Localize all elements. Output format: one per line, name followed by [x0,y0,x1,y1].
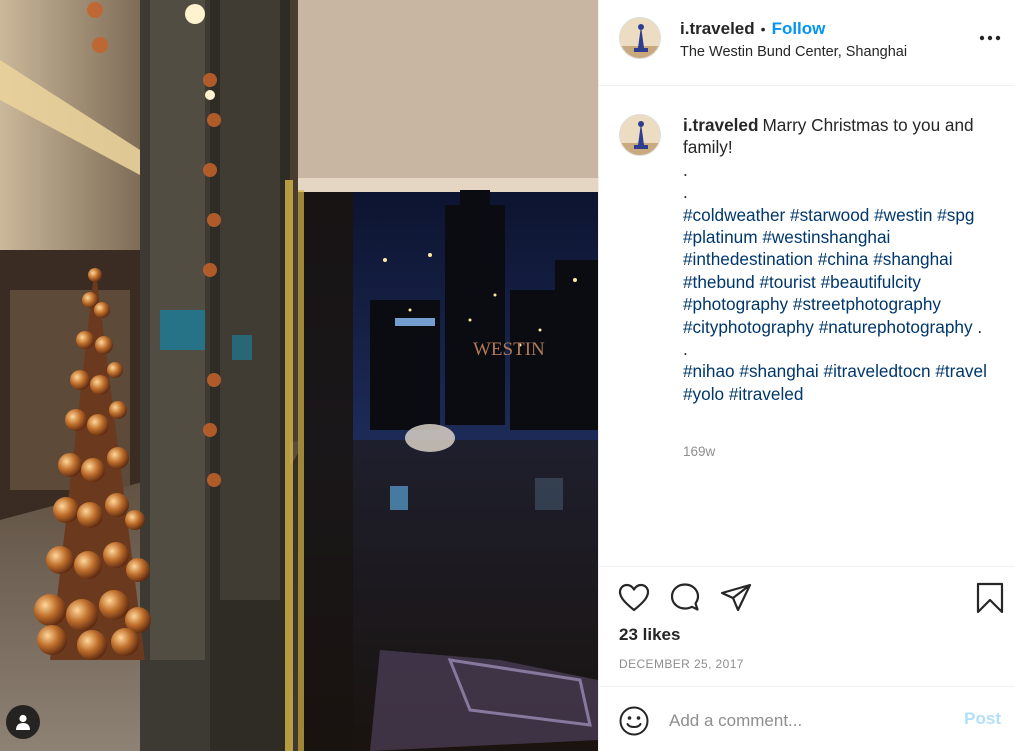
hashtag-link[interactable]: #yolo [683,384,724,404]
avatar-image [620,18,660,58]
caption-avatar[interactable] [619,114,661,156]
caption-area: i.traveled Marry Christmas to you and fam… [599,86,1014,566]
hashtag-link[interactable]: #westinshanghai [762,227,890,247]
smiley-icon[interactable] [618,705,650,737]
hashtag-link[interactable]: #naturephotography [819,317,973,337]
hashtag-link[interactable]: #nihao [683,361,735,381]
hashtag-link[interactable]: #inthedestination [683,249,813,269]
comment-bar: Post [599,686,1014,751]
header-user-row: i.traveled • Follow [680,19,825,39]
photo-sign: WESTIN [473,339,545,360]
post-comment-button[interactable]: Post [964,709,1001,729]
post-caption: i.traveled Marry Christmas to you and fam… [683,114,995,405]
author-username[interactable]: i.traveled [680,19,755,39]
hashtag-link[interactable]: #itraveled [729,384,804,404]
post-header: i.traveled • Follow The Westin Bund Cent… [599,0,1014,86]
hashtag-link[interactable]: #thebund [683,272,755,292]
location-link[interactable]: The Westin Bund Center, Shanghai [680,44,907,60]
hashtag-link[interactable]: #platinum [683,227,758,247]
caption-username[interactable]: i.traveled [683,115,758,135]
comment-input[interactable] [669,705,949,737]
hashtag-block: #nihao #shanghai #itraveledtocn #travel … [683,360,995,405]
hashtag-link[interactable]: #photography [683,294,788,314]
bookmark-icon[interactable] [973,581,1007,615]
avatar-image [620,115,660,155]
follow-button[interactable]: Follow [772,19,826,39]
user-silhouette-icon [16,714,30,730]
photo-illustration: WESTIN [0,0,598,751]
author-avatar[interactable] [619,17,661,59]
hashtag-link[interactable]: #travel [935,361,987,381]
hashtag-link[interactable]: #starwood [790,205,869,225]
caption-dot: . [972,316,983,337]
hashtag-link[interactable]: #streetphotography [793,294,941,314]
hashtag-link[interactable]: #westin [874,205,932,225]
heart-icon[interactable] [617,581,651,615]
paper-plane-icon[interactable] [719,581,753,615]
hashtag-link[interactable]: #beautifulcity [821,272,921,292]
hashtag-block: #coldweather #starwood #westin #spg #pla… [683,204,995,338]
post-details-panel: i.traveled • Follow The Westin Bund Cent… [598,0,1014,751]
hashtag-link[interactable]: #coldweather [683,205,785,225]
hashtag-link[interactable]: #spg [937,205,974,225]
post-date: December 25, 2017 [619,657,744,671]
hashtag-link[interactable]: #shanghai [739,361,818,381]
caption-dot: . [683,182,688,203]
caption-dot: . [683,339,688,360]
hashtag-link[interactable]: #tourist [759,272,815,292]
caption-dot: . [683,159,688,180]
tagged-users-button[interactable] [6,705,40,739]
post-actions: 23 likes December 25, 2017 [599,566,1014,686]
separator-dot: • [760,21,766,37]
hashtag-link[interactable]: #china [818,249,869,269]
hashtag-link[interactable]: #itraveledtocn [824,361,931,381]
likes-count[interactable]: 23 likes [619,625,680,645]
more-horizontal-icon[interactable] [979,30,1001,46]
post-photo[interactable]: WESTIN [0,0,598,751]
hashtag-link[interactable]: #cityphotography [683,317,814,337]
post-age[interactable]: 169w [683,444,715,459]
hashtag-link[interactable]: #shanghai [873,249,952,269]
comment-bubble-icon[interactable] [668,581,702,615]
